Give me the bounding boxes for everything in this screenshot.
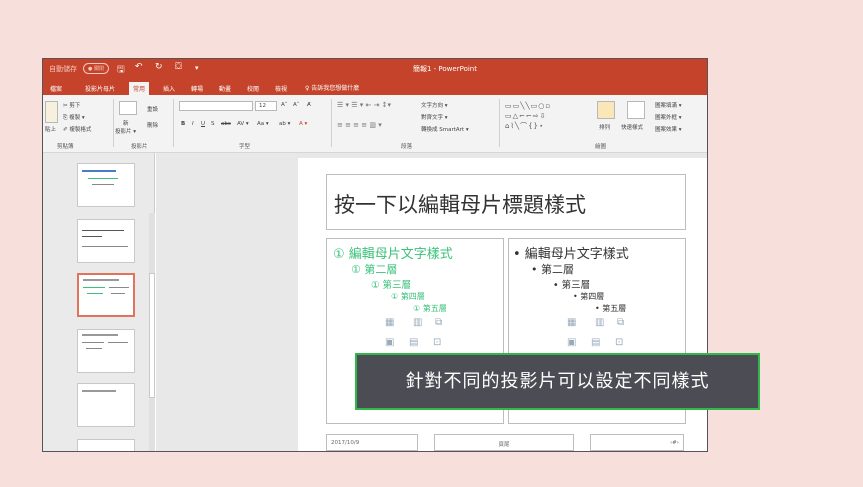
convert-smartart-button[interactable]: 轉換成 SmartArt ▾ [421,125,469,133]
picture-icon[interactable]: ▣ [385,337,394,348]
underline-button[interactable]: U [201,121,205,127]
redo-icon[interactable]: ↻ [155,62,163,72]
paste-icon[interactable] [45,101,58,123]
tell-me-search[interactable]: ♀ 告訴我您想做什麼 [305,83,359,92]
online-picture-icon[interactable]: ▤ [591,337,600,348]
grow-font-button[interactable]: A˄ [281,102,288,108]
align-text-button[interactable]: 對齊文字 ▾ [421,113,448,121]
tab-review[interactable]: 校閱 [243,82,263,95]
change-case-button[interactable]: Aa ▾ [257,121,269,127]
smartart-icon[interactable]: ⧉ [617,317,624,328]
drawing-group-label: 繪圖 [595,144,607,150]
slide-number-placeholder[interactable]: ‹#› [590,434,684,451]
left-level-5: ① 第五層 [413,304,447,313]
document-title: 簡報1 - PowerPoint [413,65,477,73]
reset-button[interactable]: 重設 [147,105,158,113]
new-slide-dropdown[interactable]: 投影片 ▾ [115,127,136,135]
tab-animations[interactable]: 動畫 [215,82,235,95]
smartart-icon[interactable]: ⧉ [435,317,442,328]
right-level-1: • 編輯母片文字樣式 [513,247,629,262]
caption-overlay: 針對不同的投影片可以設定不同樣式 [355,353,760,410]
clear-format-button[interactable]: A̸ [307,102,311,108]
footer-placeholder[interactable]: 頁尾 [434,434,574,451]
shapes-gallery[interactable]: ▭▭╲╲▭○▫ ▭△⌐⌐⇨⇩ ⌂⌇╲⌒{}⋆ [505,101,551,131]
slide-thumbnail-5[interactable] [77,383,135,427]
left-level-4: ① 第四層 [391,292,425,301]
date-placeholder[interactable]: 2017/10/9 [326,434,418,451]
right-level-2: • 第二層 [531,263,574,276]
copy-button[interactable]: ⎘ 複製 ▾ [63,113,85,122]
chart-icon[interactable]: ▥ [595,317,604,328]
bold-button[interactable]: B [181,121,185,127]
tab-transitions[interactable]: 轉場 [187,82,207,95]
format-painter-button[interactable]: ✐ 複製格式 [63,125,91,133]
autosave-toggle[interactable]: ● 關閉 [83,63,109,74]
slide-thumbnail-6[interactable] [77,439,135,451]
cut-button[interactable]: ✂ 剪下 [63,101,80,109]
new-slide-icon[interactable] [119,101,137,115]
char-spacing-button[interactable]: AV ▾ [237,121,249,127]
title-placeholder[interactable]: 按一下以編輯母片標題樣式 [326,174,686,230]
shape-effects-button[interactable]: 圖案效果 ▾ [655,125,682,133]
ribbon: 貼上 ✂ 剪下 ⎘ 複製 ▾ ✐ 複製格式 剪貼簿 新 投影片 ▾ 重設 刪除 … [43,95,707,153]
table-icon[interactable]: ▦ [567,317,576,328]
tab-file[interactable]: 檔案 [46,82,66,95]
autosave-label: 自動儲存 [49,65,77,73]
paragraph-group-label: 段落 [401,144,413,150]
paste-button[interactable]: 貼上 [45,125,56,133]
clipboard-group-label: 剪貼簿 [57,144,74,150]
font-name-select[interactable] [179,101,253,111]
left-level-1: ① 編輯母片文字樣式 [333,247,453,262]
font-size-select[interactable]: 12 [255,101,277,111]
video-icon[interactable]: ⊡ [433,337,441,348]
chart-icon[interactable]: ▥ [413,317,422,328]
quick-styles-icon[interactable] [627,101,645,119]
tab-home[interactable]: 常用 [129,82,150,95]
online-picture-icon[interactable]: ▤ [409,337,418,348]
slide-thumbnails-pane [43,153,155,451]
table-icon[interactable]: ▦ [385,317,394,328]
shape-fill-button[interactable]: 圖案填滿 ▾ [655,101,682,109]
video-icon[interactable]: ⊡ [615,337,623,348]
title-bar: 自動儲存 ● 關閉 🖫 ↶ ↻ ⛋ ▾ 簡報1 - PowerPoint [43,59,707,79]
quick-styles-button[interactable]: 快速樣式 [621,123,643,131]
right-level-3: • 第三層 [553,280,591,291]
slide-thumbnail-3[interactable] [77,273,135,317]
left-level-2: ① 第二層 [351,263,398,276]
thumbnail-scrollbar-thumb[interactable] [149,273,155,398]
slide-thumbnail-2[interactable] [77,219,135,263]
shrink-font-button[interactable]: A˅ [293,102,300,108]
present-icon[interactable]: ⛋ [175,62,182,72]
save-icon[interactable]: 🖫 [117,62,125,78]
arrange-icon[interactable] [597,101,615,119]
right-level-5: • 第五層 [595,304,627,313]
right-level-4: • 第四層 [573,292,605,301]
delete-button[interactable]: 刪除 [147,121,158,129]
bullets-icon[interactable]: ☰ ▾ ☰ ▾ ⇤ ⇥ ↕▾ [337,101,391,109]
font-color-button[interactable]: A ▾ [299,121,307,127]
shape-outline-button[interactable]: 圖案外框 ▾ [655,113,682,121]
align-icons[interactable]: ≡ ≡ ≡ ≡ ▥ ▾ [337,121,382,129]
left-level-3: ① 第三層 [371,280,412,291]
tab-insert[interactable]: 插入 [159,82,179,95]
text-direction-button[interactable]: 文字方向 ▾ [421,101,448,109]
new-slide-button[interactable]: 新 [123,119,129,127]
slide-thumbnail-1[interactable] [77,163,135,207]
strikethrough-button[interactable]: abc [221,121,231,127]
shadow-button[interactable]: S [211,121,215,127]
italic-button[interactable]: I [192,121,194,127]
customize-qat-icon[interactable]: ▾ [195,64,199,72]
arrange-button[interactable]: 排列 [599,123,610,131]
font-group-label: 字型 [239,144,251,150]
highlight-button[interactable]: ab ▾ [279,121,290,127]
slides-group-label: 投影片 [131,144,148,150]
slide-thumbnail-4[interactable] [77,329,135,373]
undo-icon[interactable]: ↶ [135,62,143,72]
tab-slide-master[interactable]: 投影片母片 [81,82,119,95]
ribbon-tabs: 檔案 投影片母片 常用 插入 轉場 動畫 校閱 檢視 ♀ 告訴我您想做什麼 [43,79,707,95]
picture-icon[interactable]: ▣ [567,337,576,348]
tab-view[interactable]: 檢視 [271,82,291,95]
